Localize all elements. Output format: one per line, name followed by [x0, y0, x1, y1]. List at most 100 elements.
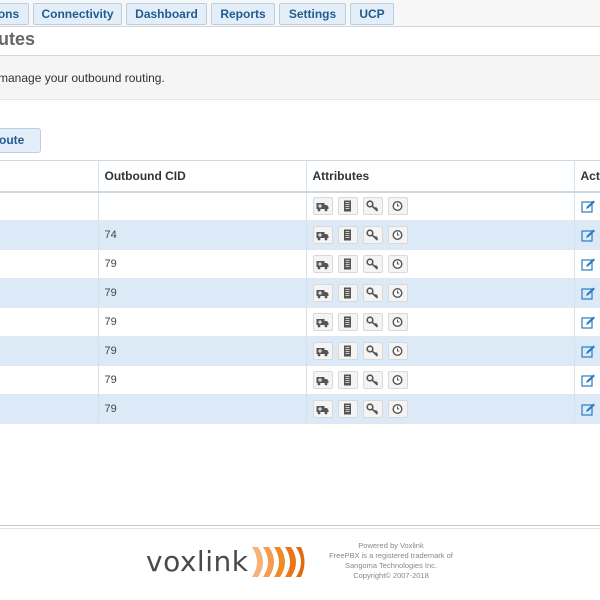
key-icon[interactable]: [362, 284, 383, 302]
nav-tab-dashboard[interactable]: Dashboard: [126, 3, 207, 25]
outbound-cid-value: 79: [104, 287, 117, 300]
actions-cell: [574, 191, 600, 221]
powered-by-text[interactable]: Powered by Voxlink: [316, 541, 466, 551]
table-row[interactable]: 79: [0, 336, 600, 366]
outbound-cid-cell: 79: [98, 365, 307, 395]
edit-icon[interactable]: [580, 403, 596, 416]
attributes-cell: [306, 307, 575, 337]
server-icon[interactable]: [337, 197, 358, 216]
voxlink-waves-icon: [252, 547, 305, 577]
ambulance-icon[interactable]: [312, 284, 333, 302]
actions-cell: [574, 365, 600, 395]
table-row[interactable]: 74: [0, 220, 600, 250]
table-row[interactable]: 79: [0, 278, 600, 308]
trademark-text-2: Sangoma Technologies Inc.: [344, 561, 437, 570]
attribute-icon-group: [312, 197, 568, 216]
route-name-cell: [0, 394, 99, 424]
server-icon[interactable]: [337, 313, 358, 331]
nav-tab-settings[interactable]: Settings: [279, 3, 346, 25]
attribute-icon-group: [312, 342, 568, 360]
route-name-cell: [0, 365, 99, 395]
edit-icon[interactable]: [580, 374, 596, 387]
page-title: utes: [0, 29, 36, 49]
key-icon[interactable]: [362, 371, 383, 389]
outbound-cid-value: 79: [104, 374, 117, 387]
key-icon[interactable]: [362, 342, 383, 360]
attribute-icon-group: [312, 255, 568, 273]
add-route-button[interactable]: oute: [0, 128, 41, 153]
edit-icon[interactable]: [580, 345, 596, 358]
server-icon[interactable]: [337, 284, 358, 302]
column-header-name[interactable]: [0, 160, 99, 193]
route-name-cell: [0, 249, 99, 279]
server-icon[interactable]: [337, 342, 358, 360]
clock-icon[interactable]: [387, 255, 408, 273]
table-row[interactable]: [0, 191, 600, 221]
table-row[interactable]: 79: [0, 249, 600, 279]
nav-tab-applications[interactable]: ons: [0, 3, 29, 25]
nav-tab-ucp[interactable]: UCP: [350, 3, 394, 25]
column-header-attributes[interactable]: Attributes: [306, 160, 575, 193]
ambulance-icon[interactable]: [312, 371, 333, 389]
routes-table: Outbound CID Attributes Acti 74 79 79 79 79 7…: [0, 160, 600, 424]
edit-icon[interactable]: [580, 258, 596, 271]
clock-icon[interactable]: [387, 226, 408, 244]
nav-tab-reports[interactable]: Reports: [211, 3, 275, 25]
server-icon[interactable]: [337, 400, 358, 418]
route-name-cell: [0, 307, 99, 337]
table-row[interactable]: 79: [0, 307, 600, 337]
clock-icon[interactable]: [387, 284, 408, 302]
column-header-outbound-cid[interactable]: Outbound CID: [98, 160, 307, 193]
outbound-cid-value: 74: [104, 229, 117, 242]
edit-icon[interactable]: [580, 229, 596, 242]
clock-icon[interactable]: [387, 313, 408, 331]
clock-icon[interactable]: [387, 342, 408, 360]
clock-icon[interactable]: [387, 197, 408, 216]
actions-cell: [574, 394, 600, 424]
attribute-icon-group: [312, 284, 568, 302]
outbound-cid-value: 79: [104, 345, 117, 358]
edit-icon[interactable]: [580, 316, 596, 329]
column-header-actions: Acti: [574, 160, 600, 193]
route-name-cell: [0, 220, 99, 250]
ambulance-icon[interactable]: [312, 226, 333, 244]
outbound-cid-value: 79: [104, 258, 117, 271]
attributes-cell: [306, 336, 575, 366]
route-name-cell: [0, 278, 99, 308]
clock-icon[interactable]: [387, 400, 408, 418]
outbound-cid-cell: 79: [98, 307, 307, 337]
key-icon[interactable]: [362, 400, 383, 418]
ambulance-icon[interactable]: [312, 197, 333, 216]
ambulance-icon[interactable]: [312, 342, 333, 360]
outbound-cid-cell: 79: [98, 249, 307, 279]
table-row[interactable]: 79: [0, 365, 600, 395]
attributes-cell: [306, 191, 575, 221]
server-icon[interactable]: [337, 371, 358, 389]
key-icon[interactable]: [362, 197, 383, 216]
footer-credits: Powered by Voxlink FreePBX is a register…: [316, 541, 466, 581]
ambulance-icon[interactable]: [312, 255, 333, 273]
attributes-cell: [306, 278, 575, 308]
actions-cell: [574, 249, 600, 279]
server-icon[interactable]: [337, 226, 358, 244]
table-row[interactable]: 79: [0, 394, 600, 424]
key-icon[interactable]: [362, 226, 383, 244]
edit-icon[interactable]: [580, 287, 596, 300]
attribute-icon-group: [312, 313, 568, 331]
key-icon[interactable]: [362, 313, 383, 331]
trademark-text-1: FreePBX is a registered trademark of: [329, 551, 453, 560]
nav-tab-connectivity[interactable]: Connectivity: [33, 3, 122, 25]
edit-icon[interactable]: [580, 200, 596, 213]
ambulance-icon[interactable]: [312, 313, 333, 331]
attributes-cell: [306, 249, 575, 279]
actions-cell: [574, 307, 600, 337]
server-icon[interactable]: [337, 255, 358, 273]
ambulance-icon[interactable]: [312, 400, 333, 418]
outbound-cid-value: 79: [104, 403, 117, 416]
copyright-text: Copyright© 2007-2018: [353, 571, 429, 580]
clock-icon[interactable]: [387, 371, 408, 389]
voxlink-logo[interactable]: voxlink: [146, 540, 312, 586]
attribute-icon-group: [312, 371, 568, 389]
page-description: manage your outbound routing.: [0, 71, 165, 85]
key-icon[interactable]: [362, 255, 383, 273]
